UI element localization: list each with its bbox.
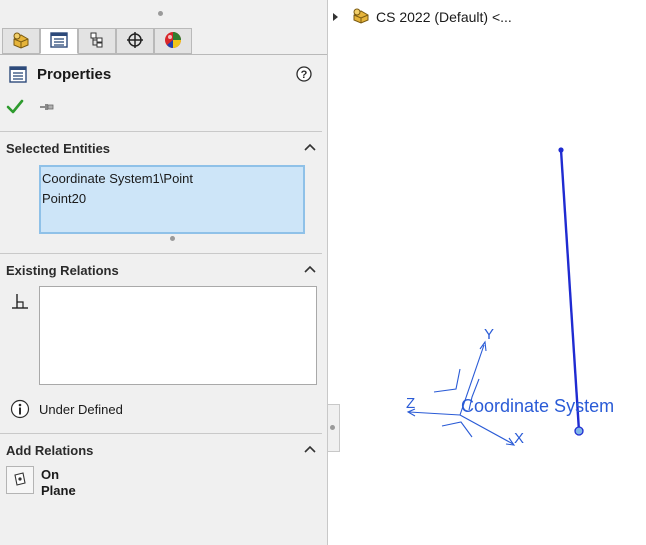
coordinate-system-triad[interactable] xyxy=(406,340,516,446)
section-title-selected-entities: Selected Entities xyxy=(6,141,111,156)
panel-header-bar xyxy=(0,0,327,28)
ok-checkmark-icon[interactable] xyxy=(6,98,24,116)
tab-feature-manager[interactable] xyxy=(2,28,40,54)
help-icon[interactable]: ? xyxy=(296,66,312,82)
triad-plane-mark xyxy=(433,368,461,393)
info-icon xyxy=(10,399,30,419)
status-text: Under Defined xyxy=(39,402,123,417)
on-plane-label-line2: Plane xyxy=(41,483,76,498)
properties-icon xyxy=(9,66,27,83)
property-manager-panel: Properties ? Selected Entities Coordinat… xyxy=(0,0,328,545)
manager-tabs xyxy=(2,28,322,54)
pushpin-icon[interactable] xyxy=(38,98,56,116)
collapse-chevron-up-icon[interactable] xyxy=(303,141,317,155)
section-divider xyxy=(0,131,322,132)
y-axis-label: Y xyxy=(484,326,494,343)
feature-manager-icon xyxy=(11,31,31,52)
on-plane-label-line1: On xyxy=(41,467,60,482)
sketch-line[interactable] xyxy=(559,149,581,432)
on-plane-label[interactable]: On Plane xyxy=(41,467,76,499)
x-axis-label: X xyxy=(514,430,524,447)
coordinate-system-label[interactable]: Coordinate System xyxy=(461,396,614,416)
section-divider xyxy=(0,433,322,434)
list-item[interactable]: Coordinate System1\Point xyxy=(42,169,303,189)
x-axis-arrowhead xyxy=(505,437,516,446)
page-title: Properties xyxy=(37,66,112,83)
panel-grip[interactable] xyxy=(158,11,163,16)
tab-dimxpert-manager[interactable] xyxy=(116,28,154,54)
section-divider xyxy=(0,253,322,254)
selected-point20[interactable] xyxy=(574,426,584,436)
tab-display-manager[interactable] xyxy=(154,28,192,54)
section-title-existing-relations: Existing Relations xyxy=(6,263,119,278)
existing-relations-list[interactable] xyxy=(39,286,317,385)
appearance-ball-icon xyxy=(164,31,182,52)
on-plane-button[interactable] xyxy=(6,466,34,494)
sketch-endpoint[interactable] xyxy=(558,147,564,153)
triad-plane-mark xyxy=(441,421,473,438)
collapse-chevron-up-icon[interactable] xyxy=(303,263,317,277)
collapse-chevron-up-icon[interactable] xyxy=(303,443,317,457)
z-axis-line xyxy=(408,411,461,416)
section-title-add-relations: Add Relations xyxy=(6,443,94,458)
svg-text:?: ? xyxy=(301,69,308,81)
property-list-icon xyxy=(50,31,68,51)
z-axis-label: Z xyxy=(406,395,415,412)
crosshair-icon xyxy=(126,31,144,52)
graphics-viewport[interactable]: Y X Z Coordinate System xyxy=(329,0,646,545)
configuration-manager-icon xyxy=(88,31,106,52)
selected-entities-list[interactable]: Coordinate System1\Point Point20 xyxy=(39,165,305,234)
list-resize-grip[interactable] xyxy=(170,236,175,241)
tab-separator xyxy=(0,54,327,55)
tab-property-manager[interactable] xyxy=(40,28,78,54)
on-plane-icon xyxy=(12,471,28,490)
x-axis-line xyxy=(459,414,514,445)
list-item[interactable]: Point20 xyxy=(42,189,303,209)
tab-configuration-manager[interactable] xyxy=(78,28,116,54)
relation-icon xyxy=(10,291,30,311)
